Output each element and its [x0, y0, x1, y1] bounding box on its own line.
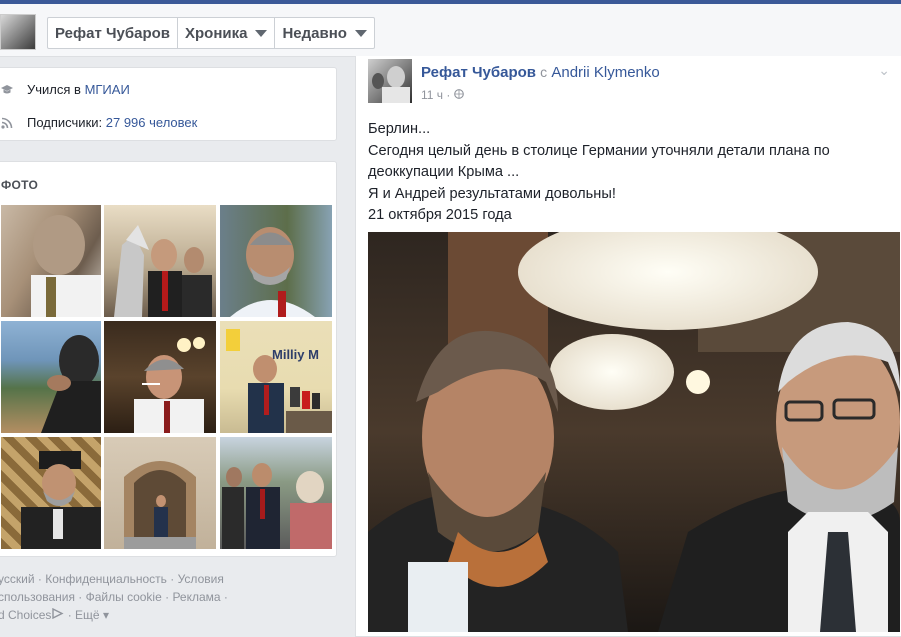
followers-count-link[interactable]: 27 996 человек [106, 115, 198, 130]
photo-thumbnail[interactable] [104, 321, 216, 433]
timeline-dropdown[interactable]: Хроника [178, 18, 276, 48]
footer-link-privacy[interactable]: Конфиденциальность [45, 572, 167, 586]
profile-name-button[interactable]: Рефат Чубаров [48, 18, 178, 48]
footer-link-terms-cont[interactable]: спользования [0, 590, 75, 604]
rss-icon [1, 117, 13, 129]
footer-link-adchoices[interactable]: d Choices [0, 608, 51, 622]
post-timestamp-row: 11 ч · [421, 88, 464, 102]
photo-thumbnail[interactable] [104, 437, 216, 549]
with-word: с [540, 64, 548, 80]
photo-thumbnail[interactable] [104, 205, 216, 317]
post-text: Берлин... Сегодня целый день в столице Г… [368, 119, 868, 227]
followers-prefix: Подписчики: [27, 115, 103, 130]
post-text-line: Я и Андрей результатами довольны! [368, 185, 616, 202]
post-options-chevron-icon[interactable]: ⌄ [878, 62, 890, 79]
followers-row: Подписчики: 27 996 человек [1, 115, 197, 130]
post-author-line: Рефат Чубаров с Andrii Klymenko [421, 64, 660, 81]
recent-label: Недавно [282, 24, 347, 42]
post-text-line: деоккупации Крыма ... [368, 164, 520, 180]
author-avatar[interactable] [368, 59, 412, 103]
education-school-link[interactable]: МГИАИ [85, 82, 130, 97]
footer-link-cookies[interactable]: Файлы cookie [86, 590, 162, 604]
post-text-line: Берлин... [368, 121, 431, 137]
footer-link-ads[interactable]: Реклама [172, 590, 220, 604]
intro-card: Учился в МГИАИ Подписчики: 27 996 челове… [0, 67, 337, 141]
timeline-label: Хроника [185, 24, 248, 42]
footer-link-language[interactable]: усский [0, 572, 35, 586]
photos-title[interactable]: ФОТО [1, 178, 38, 192]
post-text-line: Сегодня целый день в столице Германии ут… [368, 142, 830, 159]
globe-icon [453, 88, 464, 102]
photos-card: ФОТО Milliy M [0, 161, 337, 557]
chevron-down-icon [354, 29, 367, 37]
education-row: Учился в МГИАИ [1, 82, 130, 97]
education-prefix: Учился в [27, 82, 81, 97]
tagged-user-link[interactable]: Andrii Klymenko [551, 64, 659, 81]
profile-header-bar: Рефат Чубаров Хроника Недавно [0, 4, 901, 57]
recent-dropdown[interactable]: Недавно [275, 18, 373, 48]
footer-link-terms[interactable]: Условия [178, 572, 224, 586]
post-text-line: 21 октября 2015 года [368, 207, 512, 223]
post-author-link[interactable]: Рефат Чубаров [421, 64, 536, 81]
photo-thumbnail[interactable] [220, 205, 332, 317]
photo-thumbnail[interactable] [1, 437, 101, 549]
photo-thumbnail[interactable] [1, 321, 101, 433]
post-photo[interactable] [368, 232, 900, 632]
timeline-post: Рефат Чубаров с Andrii Klymenko 11 ч · ⌄… [355, 56, 901, 637]
adchoices-icon [51, 607, 64, 622]
post-timestamp[interactable]: 11 ч [421, 88, 443, 102]
svg-text:Milliy M: Milliy M [272, 347, 319, 362]
photo-thumbnail[interactable] [220, 437, 332, 549]
footer-links: усский · Конфиденциальность · Условия сп… [0, 572, 228, 622]
profile-name-label: Рефат Чубаров [55, 24, 170, 42]
profile-thumbnail[interactable] [0, 14, 36, 50]
graduation-cap-icon [1, 84, 13, 96]
footer-link-more[interactable]: Ещё [75, 608, 100, 622]
chevron-down-icon [255, 29, 268, 37]
photo-thumbnail[interactable]: Milliy M [220, 321, 332, 433]
profile-nav: Рефат Чубаров Хроника Недавно [47, 17, 375, 49]
photo-thumbnail[interactable] [1, 205, 101, 317]
